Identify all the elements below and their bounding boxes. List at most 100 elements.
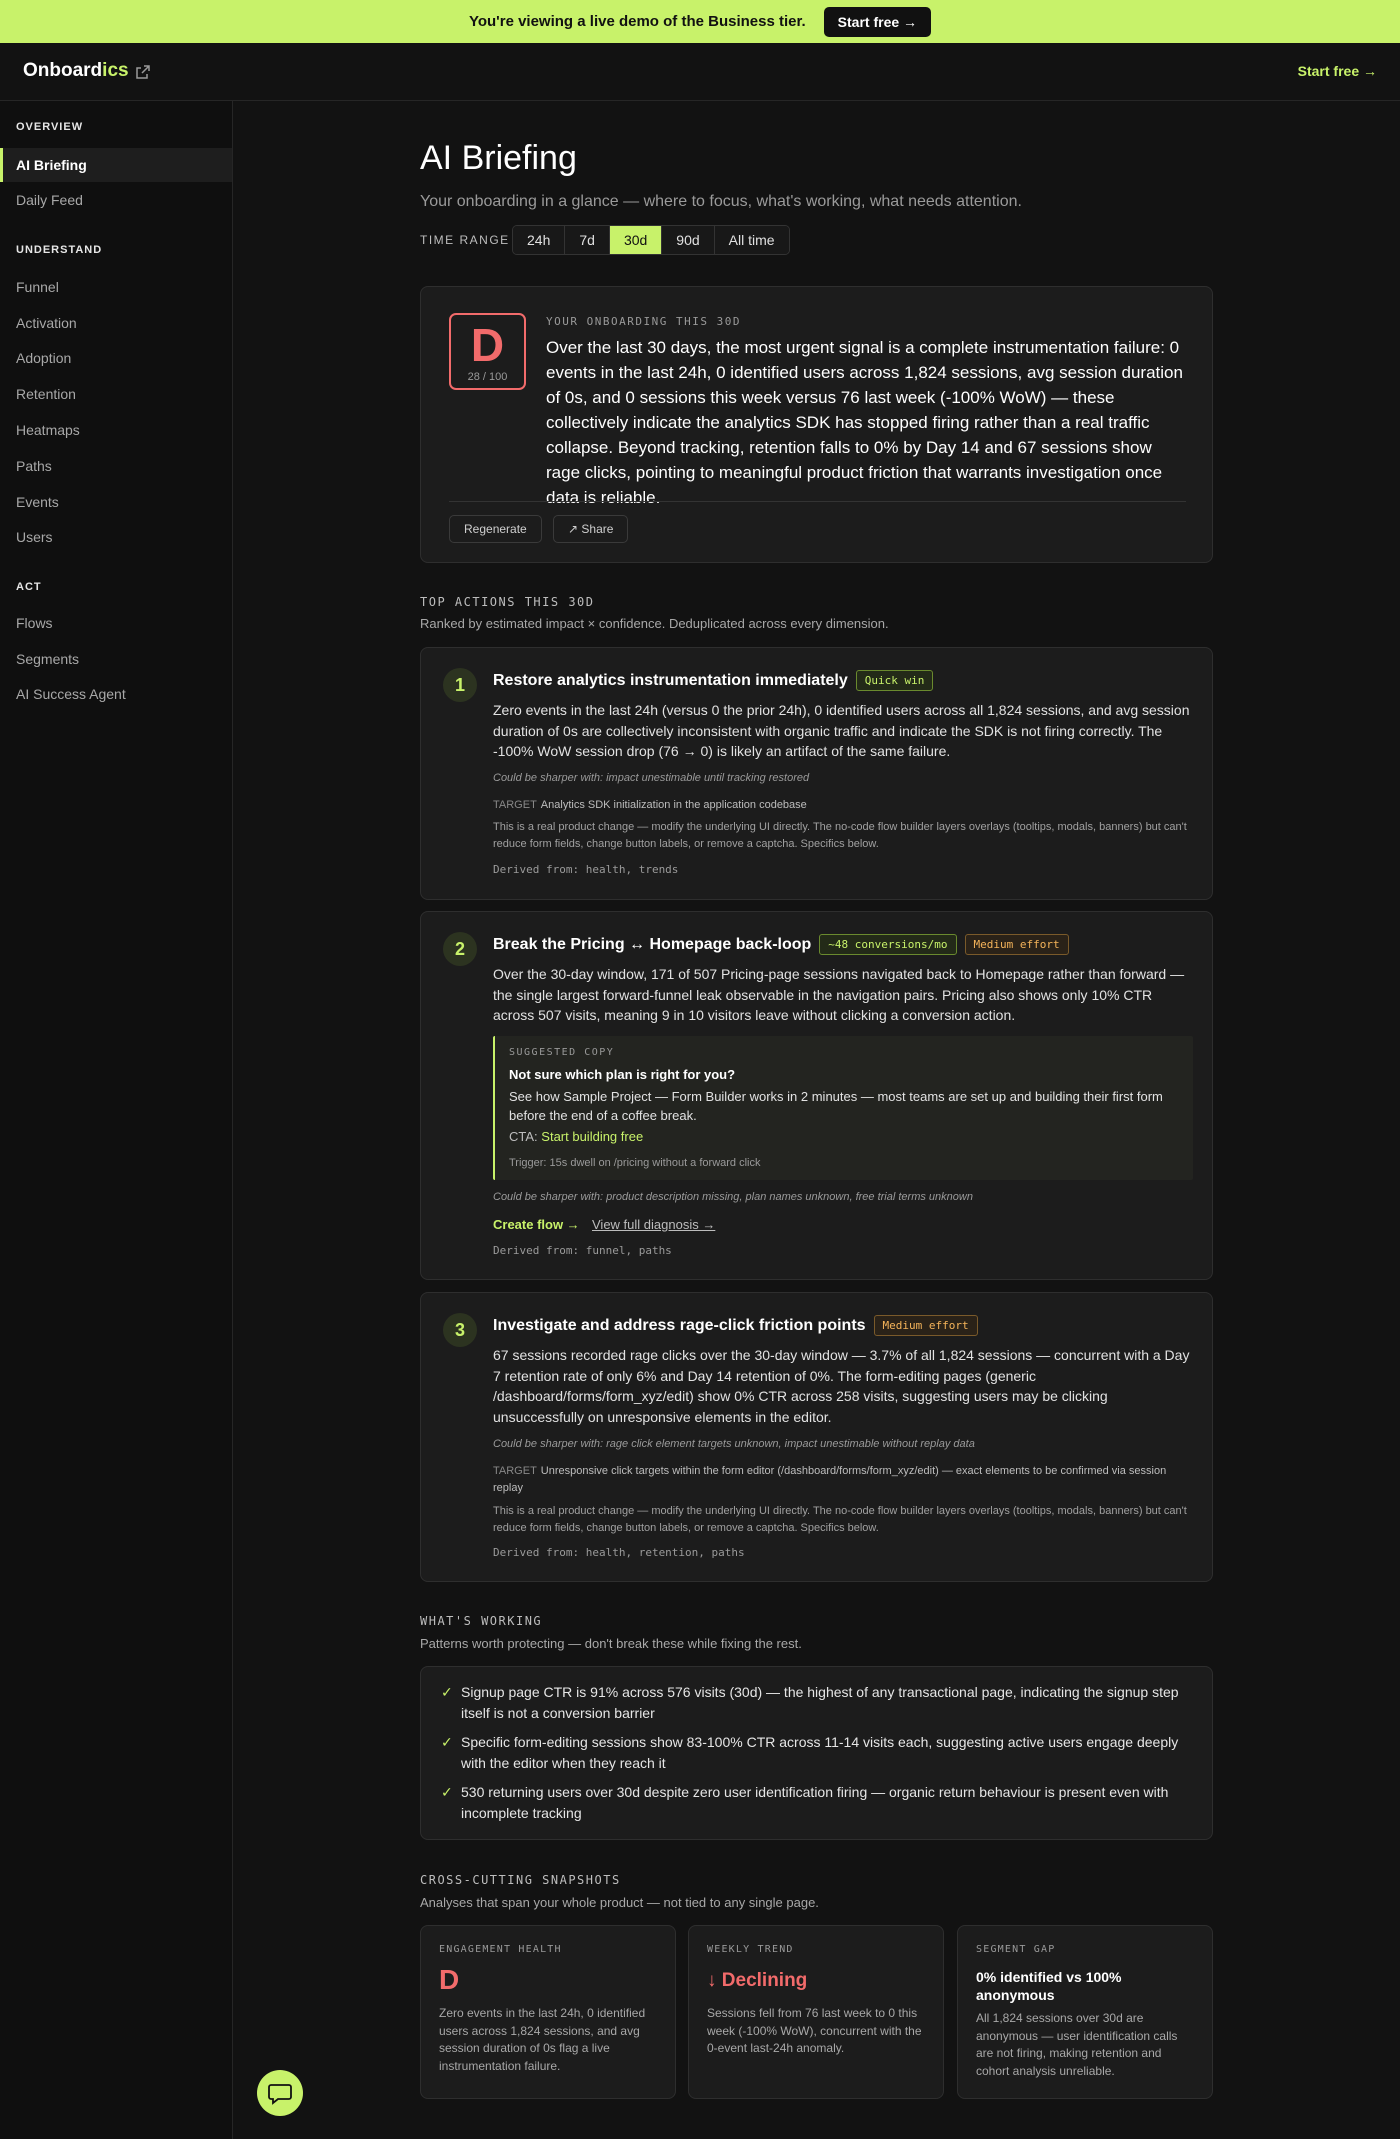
sidebar-item-paths[interactable]: Paths: [0, 449, 232, 483]
logo[interactable]: Onboardics: [23, 60, 129, 82]
action-card-1: 1 Restore analytics instrumentation imme…: [420, 647, 1213, 900]
action-product-change-note: This is a real product change — modify t…: [493, 821, 1187, 850]
action-number: 1: [443, 668, 477, 702]
whats-working-card: ✓ Signup page CTR is 91% across 576 visit…: [420, 1666, 1213, 1840]
sidebar-item-flows[interactable]: Flows: [0, 606, 232, 640]
external-link-icon[interactable]: [134, 63, 152, 81]
whats-working-subtitle: Patterns worth protecting — don't break …: [420, 1636, 802, 1651]
action-number: 3: [443, 1313, 477, 1347]
top-actions-label: TOP ACTIONS THIS 30D: [420, 595, 595, 609]
suggested-copy-cta: CTA: Start building free: [509, 1129, 644, 1144]
time-range-label: TIME RANGE: [420, 233, 510, 247]
range-7d-button[interactable]: 7d: [565, 226, 610, 254]
demo-banner: You're viewing a live demo of the Busine…: [0, 0, 1400, 43]
snapshot-segment-gap: SEGMENT GAP 0% identified vs 100% anonym…: [957, 1925, 1213, 2099]
summary-label: YOUR ONBOARDING THIS 30D: [546, 315, 741, 328]
regenerate-button[interactable]: Regenerate: [449, 515, 542, 543]
sidebar-item-activation[interactable]: Activation: [0, 306, 232, 340]
action-derived: Derived from: health, trends: [493, 863, 679, 876]
sidebar-item-ai-briefing[interactable]: AI Briefing: [0, 148, 232, 182]
sidebar-item-ai-success-agent[interactable]: AI Success Agent: [0, 677, 232, 711]
snapshot-label: SEGMENT GAP: [976, 1944, 1056, 1955]
quick-win-tag: Quick win: [855, 670, 934, 691]
check-icon: ✓: [441, 1684, 453, 1700]
sidebar-item-events[interactable]: Events: [0, 485, 232, 519]
check-icon: ✓: [441, 1734, 453, 1750]
action-body: Zero events in the last 24h (versus 0 th…: [493, 702, 1190, 759]
banner-text: You're viewing a live demo of the Busine…: [468, 13, 806, 30]
chat-bubble-icon: [268, 2084, 292, 2105]
suggested-copy-box: SUGGESTED COPY Not sure which plan is ri…: [493, 1036, 1193, 1180]
action-number: 2: [443, 932, 477, 966]
working-item: ✓ Signup page CTR is 91% across 576 visit…: [441, 1684, 1179, 1721]
grade-letter: D: [470, 319, 505, 371]
snapshot-text: Sessions fell from 76 last week to 0 thi…: [707, 2006, 922, 2055]
snapshot-value: D: [439, 1964, 460, 1995]
medium-effort-tag: Medium effort: [873, 1315, 978, 1336]
sidebar-item-daily-feed[interactable]: Daily Feed: [0, 183, 232, 217]
snapshot-value: ↓ Declining: [707, 1970, 808, 1991]
action-title: Break the Pricing ↔ Homepage back-loop: [493, 935, 812, 953]
top-actions-subtitle: Ranked by estimated impact × confidence.…: [420, 616, 889, 631]
range-all-time-button[interactable]: All time: [714, 226, 789, 254]
action-body: 67 sessions recorded rage clicks over th…: [493, 1347, 1190, 1425]
action-product-change-note: This is a real product change — modify t…: [493, 1505, 1187, 1534]
snapshots-row: ENGAGEMENT HEALTH D Zero events in the l…: [420, 1925, 1213, 2099]
summary-text: Over the last 30 days, the most urgent s…: [546, 338, 1183, 507]
snapshot-label: ENGAGEMENT HEALTH: [439, 1944, 562, 1955]
snapshot-label: WEEKLY TREND: [707, 1944, 794, 1955]
sidebar-item-segments[interactable]: Segments: [0, 642, 232, 676]
range-24h-button[interactable]: 24h: [513, 226, 566, 254]
sidebar-item-users[interactable]: Users: [0, 520, 232, 554]
medium-effort-tag: Medium effort: [964, 934, 1069, 955]
page-subtitle: Your onboarding in a glance — where to f…: [420, 193, 1022, 210]
time-range-selector: 24h 7d 30d 90d All time: [512, 225, 790, 255]
action-derived: Derived from: health, retention, paths: [493, 1546, 745, 1559]
header-start-free-link[interactable]: Start free →: [1298, 63, 1377, 79]
action-title: Investigate and address rage-click frict…: [493, 1316, 866, 1334]
range-30d-button[interactable]: 30d: [609, 226, 663, 254]
action-note: Could be sharper with: rage click elemen…: [493, 1438, 975, 1450]
working-item: ✓ Specific form-editing sessions show 83-…: [441, 1734, 1179, 1771]
suggested-copy-body: See how Sample Project — Form Builder wo…: [509, 1089, 1163, 1123]
view-diagnosis-link[interactable]: View full diagnosis →: [592, 1217, 715, 1232]
action-card-2: 2 Break the Pricing ↔ Homepage back-loop…: [420, 911, 1213, 1280]
grade-badge: D 28 / 100: [449, 313, 526, 390]
working-item: ✓ 530 returning users over 30d despite ze…: [441, 1784, 1169, 1821]
action-derived: Derived from: funnel, paths: [493, 1244, 672, 1257]
sidebar-item-adoption[interactable]: Adoption: [0, 341, 232, 375]
snapshot-text: Zero events in the last 24h, 0 identifie…: [439, 2006, 646, 2073]
range-90d-button[interactable]: 90d: [662, 226, 715, 254]
summary-divider: [449, 501, 1186, 502]
snapshot-engagement-health: ENGAGEMENT HEALTH D Zero events in the l…: [420, 1925, 676, 2099]
sidebar-item-heatmaps[interactable]: Heatmaps: [0, 413, 232, 447]
sidebar-section-understand: UNDERSTAND: [16, 244, 103, 256]
snapshots-subtitle: Analyses that span your whole product — …: [420, 1895, 819, 1910]
chat-button[interactable]: [257, 2070, 303, 2116]
snapshot-weekly-trend: WEEKLY TREND ↓ Declining Sessions fell f…: [688, 1925, 944, 2099]
action-title: Restore analytics instrumentation immedi…: [493, 671, 848, 689]
action-note: Could be sharper with: product descripti…: [493, 1191, 973, 1203]
action-target: TARGET Analytics SDK initialization in th…: [493, 799, 807, 811]
sidebar-item-retention[interactable]: Retention: [0, 377, 232, 411]
create-flow-link[interactable]: Create flow →: [493, 1217, 580, 1232]
sidebar-section-act: ACT: [16, 581, 42, 593]
summary-card: D 28 / 100 YOUR ONBOARDING THIS 30D Over…: [420, 286, 1213, 563]
top-header: Onboardics Start free →: [0, 43, 1400, 101]
snapshot-text: All 1,824 sessions over 30d are anonymou…: [976, 2011, 1178, 2078]
check-icon: ✓: [441, 1784, 453, 1800]
share-button[interactable]: ↗ Share: [553, 515, 629, 543]
sidebar-section-overview: OVERVIEW: [16, 121, 84, 133]
sidebar-item-funnel[interactable]: Funnel: [0, 270, 232, 304]
action-body: Over the 30-day window, 171 of 507 Prici…: [493, 966, 1185, 1023]
action-note: Could be sharper with: impact unestimabl…: [493, 772, 810, 784]
page-title: AI Briefing: [420, 139, 577, 177]
action-card-3: 3 Investigate and address rage-click fri…: [420, 1292, 1213, 1582]
grade-score: 28 / 100: [467, 371, 508, 383]
whats-working-label: WHAT'S WORKING: [420, 1614, 543, 1628]
banner-start-free-button[interactable]: Start free →: [823, 6, 932, 37]
suggested-copy-headline: Not sure which plan is right for you?: [509, 1067, 736, 1082]
snapshot-value: 0% identified vs 100% anonymous: [976, 1969, 1122, 2003]
sidebar: OVERVIEW AI Briefing Daily Feed UNDERSTA…: [0, 101, 233, 2139]
action-target: TARGET Unresponsive click targets within …: [493, 1465, 1167, 1494]
